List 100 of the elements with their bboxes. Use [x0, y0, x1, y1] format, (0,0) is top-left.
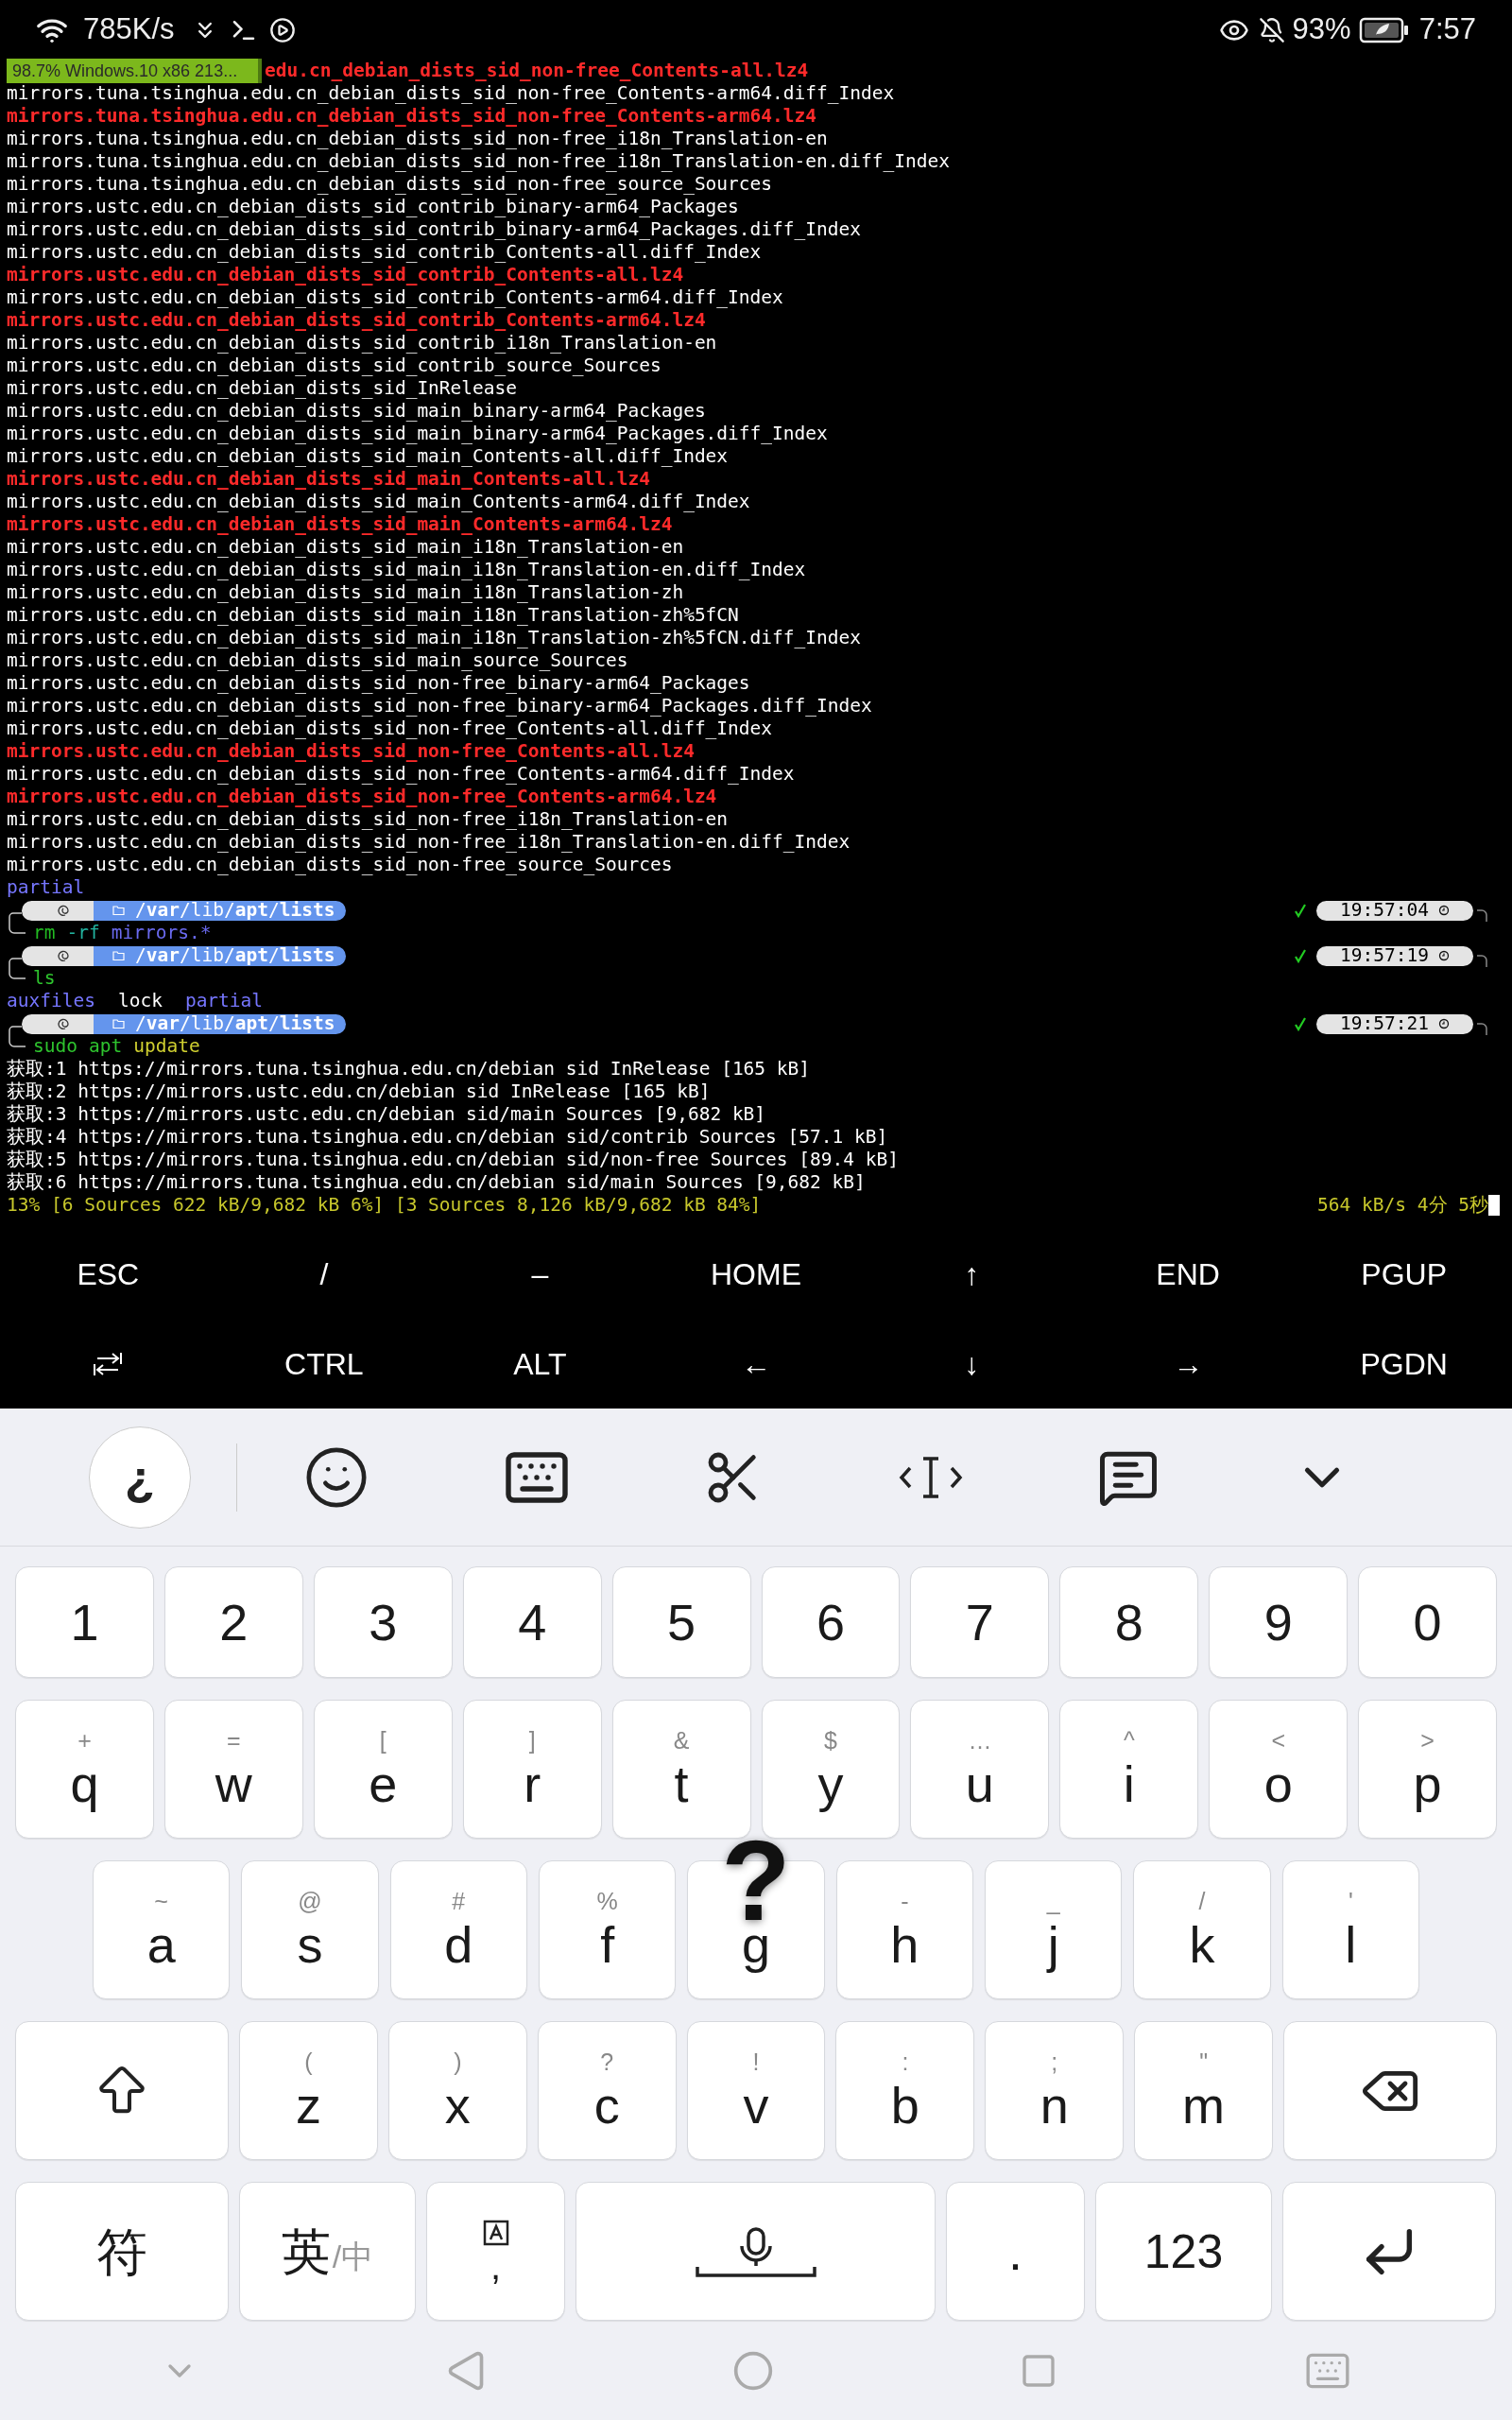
key[interactable]: ^ i: [1059, 1700, 1199, 1839]
key-hint: ]: [528, 1729, 536, 1753]
key[interactable]: ' l: [1281, 1860, 1419, 1999]
clock-icon: [1437, 1018, 1450, 1029]
key-label: v: [743, 2080, 769, 2131]
command-token: ls: [33, 967, 56, 990]
folder-icon: [112, 1018, 126, 1029]
key-label: d: [444, 1919, 473, 1970]
key[interactable]: # d: [389, 1860, 527, 1999]
output-line: 获取:6 https://mirrors.tuna.tsinghua.edu.cn/debian sid/main Sources [9,682 kB]: [7, 1171, 866, 1194]
output-line: 获取:1 https://mirrors.tuna.tsinghua.edu.cn/debian sid InRelease [165 kB]: [7, 1058, 811, 1080]
symbol-button[interactable]: ¿: [89, 1426, 191, 1529]
key[interactable]: " m: [1134, 2021, 1273, 2160]
output-line: mirrors.ustc.edu.cn_debian_dists_sid_contrib_Contents-arm64.diff_Index: [7, 286, 783, 309]
key[interactable]: 6: [761, 1566, 901, 1678]
key[interactable]: 符: [15, 2182, 229, 2321]
extra-key[interactable]: ↑: [864, 1229, 1080, 1319]
key[interactable]: [ e: [313, 1700, 453, 1839]
key-hint: -: [901, 1890, 909, 1913]
output-line: mirrors.ustc.edu.cn_debian_dists_sid_main_Contents-arm64.diff_Index: [7, 491, 750, 513]
key-label: x: [444, 2080, 471, 2131]
corner-line: [9, 967, 26, 979]
key-hint: =: [227, 1729, 241, 1753]
key[interactable]: _ j: [984, 1860, 1123, 1999]
shift-key[interactable]: [15, 2021, 229, 2160]
battery-percent: 93%: [1292, 11, 1351, 48]
key[interactable]: ~ a: [93, 1860, 231, 1999]
key-hint: %: [596, 1890, 618, 1913]
corner-line: [1477, 909, 1488, 922]
key[interactable]: ; n: [985, 2021, 1125, 2160]
extra-key[interactable]: END: [1079, 1229, 1297, 1319]
extra-key[interactable]: CTRL: [215, 1319, 433, 1409]
language-key[interactable]: 英/中: [239, 2182, 416, 2321]
key[interactable]: - h: [835, 1860, 973, 1999]
key[interactable]: 2: [163, 1566, 303, 1678]
extra-key[interactable]: ESC: [0, 1229, 216, 1319]
key[interactable]: : b: [835, 2021, 975, 2160]
space-key[interactable]: [576, 2182, 936, 2321]
output-line: 获取:4 https://mirrors.tuna.tsinghua.edu.cn/debian sid/contrib Sources [57.1 kB]: [7, 1126, 888, 1149]
extra-key[interactable]: ←: [647, 1319, 865, 1409]
key[interactable]: / k: [1133, 1860, 1271, 1999]
output-line: partial: [7, 876, 85, 899]
key[interactable]: … u: [910, 1700, 1050, 1839]
backspace-key[interactable]: [1283, 2021, 1497, 2160]
key-hint: ~: [154, 1890, 168, 1913]
key[interactable]: 9: [1209, 1566, 1349, 1678]
extra-key[interactable]: →: [1079, 1319, 1297, 1409]
output-line: mirrors.ustc.edu.cn_debian_dists_sid_non-free_binary-arm64_Packages: [7, 672, 750, 695]
extra-key[interactable]: –: [432, 1229, 648, 1319]
output-line: mirrors.ustc.edu.cn_debian_dists_sid_main_i18n_Translation-zh%5fCN: [7, 604, 739, 627]
download-toast[interactable]: 98.7% Windows.10 x86 213...: [7, 59, 262, 83]
key[interactable]: + q: [15, 1700, 154, 1839]
key-label: t: [674, 1758, 689, 1809]
corner-line: [9, 911, 22, 922]
key[interactable]: ] r: [462, 1700, 602, 1839]
key-hint: ': [1348, 1890, 1353, 1913]
enter-key[interactable]: [1282, 2182, 1496, 2321]
key-label: 4: [518, 1597, 547, 1648]
key-label: c: [593, 2080, 620, 2131]
extra-key[interactable]: HOME: [647, 1229, 865, 1319]
mic-icon: [694, 2224, 817, 2278]
key[interactable]: 7: [910, 1566, 1050, 1678]
key[interactable]: ? c: [537, 2021, 677, 2160]
key[interactable]: & t: [611, 1700, 751, 1839]
key-hint: ?: [600, 2050, 614, 2074]
key[interactable]: % f: [539, 1860, 677, 1999]
extra-key[interactable]: ↓: [864, 1319, 1080, 1409]
key-label: 符: [96, 2225, 147, 2277]
key[interactable]: 0: [1358, 1566, 1498, 1678]
extra-key[interactable]: PGDN: [1296, 1319, 1512, 1409]
key[interactable]: ) x: [387, 2021, 527, 2160]
home-icon[interactable]: [731, 2349, 774, 2392]
key[interactable]: ( z: [239, 2021, 378, 2160]
key[interactable]: ,: [426, 2182, 565, 2321]
key[interactable]: 3: [313, 1566, 453, 1678]
key[interactable]: < o: [1209, 1700, 1349, 1839]
extra-key[interactable]: PGUP: [1296, 1229, 1512, 1319]
output-line: mirrors.ustc.edu.cn_debian_dists_sid_contrib_Contents-all.lz4: [7, 264, 684, 286]
key[interactable]: $ y: [761, 1700, 901, 1839]
key[interactable]: > p: [1358, 1700, 1498, 1839]
output-line: mirrors.ustc.edu.cn_debian_dists_sid_non-free_Contents-arm64.lz4: [7, 786, 717, 808]
key[interactable]: 4: [462, 1566, 602, 1678]
key[interactable]: 1: [15, 1566, 154, 1678]
corner-line: [9, 922, 26, 934]
key[interactable]: 8: [1059, 1566, 1199, 1678]
key-label: u: [965, 1758, 994, 1809]
key[interactable]: ! v: [686, 2021, 826, 2160]
key[interactable]: = w: [163, 1700, 303, 1839]
key[interactable]: 5: [611, 1566, 751, 1678]
extra-key[interactable]: ALT: [432, 1319, 648, 1409]
key-label: 8: [1114, 1597, 1143, 1648]
time-text: 19:57:04: [1340, 899, 1429, 922]
network-speed: 785K/s: [83, 11, 175, 48]
key[interactable]: 123: [1095, 2182, 1272, 2321]
output-line: mirrors.ustc.edu.cn_debian_dists_sid_main_i18n_Translation-en: [7, 536, 684, 559]
key-label: 3: [369, 1597, 398, 1648]
key-label: k: [1189, 1919, 1215, 1970]
key[interactable]: @ s: [241, 1860, 379, 1999]
key[interactable]: .: [946, 2182, 1085, 2321]
extra-key[interactable]: /: [215, 1229, 433, 1319]
